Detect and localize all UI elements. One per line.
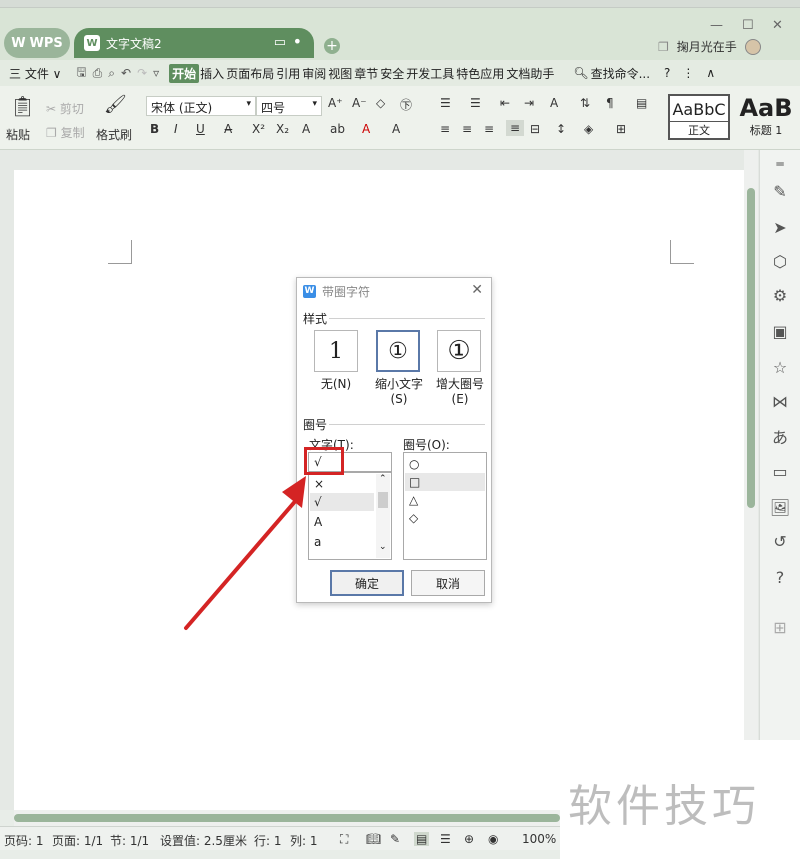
arrow-shaft	[184, 496, 300, 630]
annotation-arrow	[184, 476, 306, 630]
